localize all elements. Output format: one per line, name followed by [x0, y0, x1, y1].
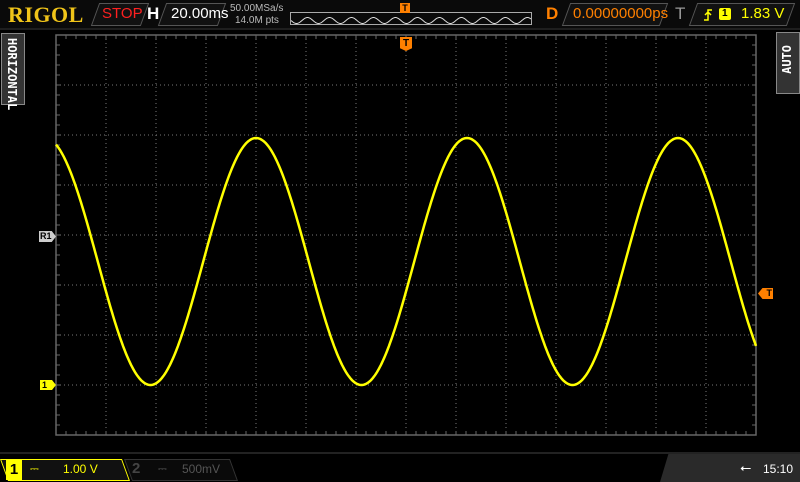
waveform-display[interactable] — [0, 0, 800, 480]
graticule — [55, 34, 757, 436]
trigger-position-marker[interactable]: T — [400, 37, 412, 51]
usb-icon: ⭠ — [740, 459, 752, 475]
bottom-status-bar: 1 ⎓ 1.00 V 2 ⎓ 500mV ⭠ 15:10 — [0, 452, 800, 482]
channel1-number[interactable]: 1 — [6, 460, 22, 480]
channel1-scale[interactable]: 1.00 V — [63, 462, 98, 476]
channel2-number[interactable]: 2 — [132, 460, 140, 477]
dc-coupling-icon: ⎓ — [158, 463, 167, 475]
channel2-scale[interactable]: 500mV — [182, 462, 220, 476]
channel2-box[interactable] — [123, 459, 239, 481]
dc-coupling-icon: ⎓ — [30, 463, 39, 475]
clock: 15:10 — [763, 462, 794, 476]
